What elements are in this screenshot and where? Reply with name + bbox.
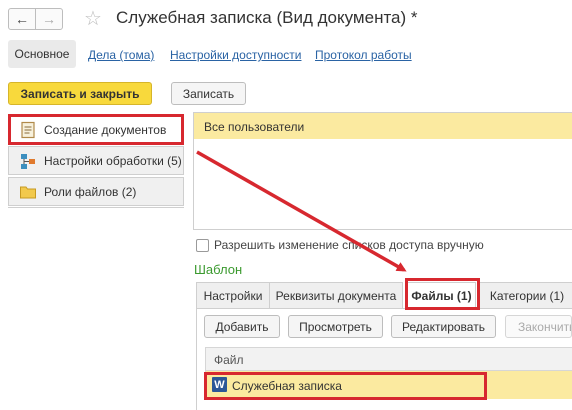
arrow-line [196, 150, 407, 272]
annotation-arrow [196, 150, 407, 272]
